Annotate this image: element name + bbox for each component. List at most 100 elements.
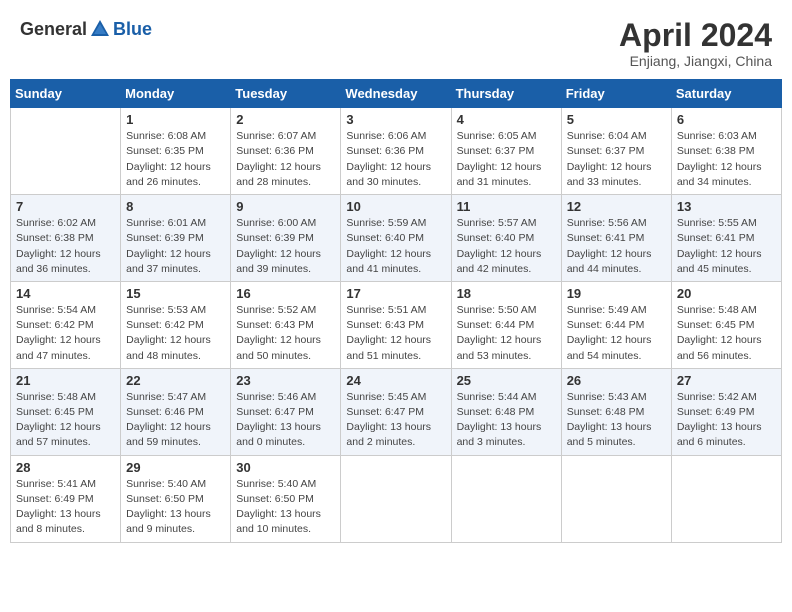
- day-number: 13: [677, 199, 776, 214]
- calendar-cell: 15 Sunrise: 5:53 AMSunset: 6:42 PMDayligh…: [121, 281, 231, 368]
- day-number: 23: [236, 373, 335, 388]
- calendar-cell: [451, 455, 561, 542]
- calendar-cell: 18Sunrise: 5:50 AMSunset: 6:44 PMDayligh…: [451, 281, 561, 368]
- day-number: 24: [346, 373, 445, 388]
- day-info: Sunrise: 5:52 AMSunset: 6:43 PMDaylight:…: [236, 303, 335, 364]
- calendar-cell: [671, 455, 781, 542]
- day-number: 7: [16, 199, 115, 214]
- calendar-cell: 14 Sunrise: 5:54 AMSunset: 6:42 PMDayligh…: [11, 281, 121, 368]
- calendar-cell: 13Sunrise: 5:55 AMSunset: 6:41 PMDayligh…: [671, 195, 781, 282]
- calendar-week-row: 14 Sunrise: 5:54 AMSunset: 6:42 PMDayligh…: [11, 281, 782, 368]
- day-info: Sunrise: 5:51 AMSunset: 6:43 PMDaylight:…: [346, 303, 445, 364]
- calendar-cell: 12 Sunrise: 5:56 AMSunset: 6:41 PMDayligh…: [561, 195, 671, 282]
- day-info: Sunrise: 5:48 AMSunset: 6:45 PMDaylight:…: [16, 390, 115, 451]
- day-number: 1: [126, 112, 225, 127]
- day-info: Sunrise: 5:49 AMSunset: 6:44 PMDaylight:…: [567, 303, 666, 364]
- day-number: 26: [567, 373, 666, 388]
- calendar-header-row: SundayMondayTuesdayWednesdayThursdayFrid…: [11, 80, 782, 108]
- calendar-week-row: 28 Sunrise: 5:41 AMSunset: 6:49 PMDayligh…: [11, 455, 782, 542]
- day-number: 15: [126, 286, 225, 301]
- day-number: 19: [567, 286, 666, 301]
- day-number: 5: [567, 112, 666, 127]
- day-number: 3: [346, 112, 445, 127]
- logo-icon: [89, 18, 111, 40]
- day-number: 4: [457, 112, 556, 127]
- day-info: Sunrise: 6:02 AMSunset: 6:38 PMDaylight:…: [16, 216, 115, 277]
- day-info: Sunrise: 5:44 AMSunset: 6:48 PMDaylight:…: [457, 390, 556, 451]
- calendar-cell: 11 Sunrise: 5:57 AMSunset: 6:40 PMDayligh…: [451, 195, 561, 282]
- day-info: Sunrise: 5:47 AMSunset: 6:46 PMDaylight:…: [126, 390, 225, 451]
- month-title: April 2024: [619, 18, 772, 53]
- calendar-cell: 19 Sunrise: 5:49 AMSunset: 6:44 PMDayligh…: [561, 281, 671, 368]
- day-info: Sunrise: 6:00 AMSunset: 6:39 PMDaylight:…: [236, 216, 335, 277]
- day-number: 25: [457, 373, 556, 388]
- day-info: Sunrise: 6:01 AMSunset: 6:39 PMDaylight:…: [126, 216, 225, 277]
- day-number: 28: [16, 460, 115, 475]
- calendar-day-header: Monday: [121, 80, 231, 108]
- day-info: Sunrise: 5:57 AMSunset: 6:40 PMDaylight:…: [457, 216, 556, 277]
- day-info: Sunrise: 6:07 AMSunset: 6:36 PMDaylight:…: [236, 129, 335, 190]
- calendar-day-header: Tuesday: [231, 80, 341, 108]
- day-number: 16: [236, 286, 335, 301]
- day-info: Sunrise: 5:41 AMSunset: 6:49 PMDaylight:…: [16, 477, 115, 538]
- day-info: Sunrise: 5:40 AMSunset: 6:50 PMDaylight:…: [126, 477, 225, 538]
- day-number: 2: [236, 112, 335, 127]
- day-info: Sunrise: 5:48 AMSunset: 6:45 PMDaylight:…: [677, 303, 776, 364]
- calendar-cell: 9Sunrise: 6:00 AMSunset: 6:39 PMDaylight…: [231, 195, 341, 282]
- day-info: Sunrise: 6:08 AMSunset: 6:35 PMDaylight:…: [126, 129, 225, 190]
- day-number: 21: [16, 373, 115, 388]
- logo: General Blue: [20, 18, 152, 40]
- day-info: Sunrise: 5:54 AMSunset: 6:42 PMDaylight:…: [16, 303, 115, 364]
- calendar-cell: 24 Sunrise: 5:45 AMSunset: 6:47 PMDayligh…: [341, 368, 451, 455]
- calendar-cell: 8 Sunrise: 6:01 AMSunset: 6:39 PMDaylight…: [121, 195, 231, 282]
- calendar-cell: 28 Sunrise: 5:41 AMSunset: 6:49 PMDayligh…: [11, 455, 121, 542]
- calendar-week-row: 1 Sunrise: 6:08 AMSunset: 6:35 PMDaylight…: [11, 108, 782, 195]
- calendar-day-header: Wednesday: [341, 80, 451, 108]
- calendar-day-header: Sunday: [11, 80, 121, 108]
- calendar-cell: 20Sunrise: 5:48 AMSunset: 6:45 PMDayligh…: [671, 281, 781, 368]
- calendar-cell: 1 Sunrise: 6:08 AMSunset: 6:35 PMDaylight…: [121, 108, 231, 195]
- day-info: Sunrise: 5:59 AMSunset: 6:40 PMDaylight:…: [346, 216, 445, 277]
- title-block: April 2024 Enjiang, Jiangxi, China: [619, 18, 772, 69]
- logo-text-blue: Blue: [113, 19, 152, 40]
- day-info: Sunrise: 5:40 AMSunset: 6:50 PMDaylight:…: [236, 477, 335, 538]
- calendar-cell: [341, 455, 451, 542]
- calendar-week-row: 21 Sunrise: 5:48 AMSunset: 6:45 PMDayligh…: [11, 368, 782, 455]
- calendar-cell: 22Sunrise: 5:47 AMSunset: 6:46 PMDayligh…: [121, 368, 231, 455]
- day-number: 14: [16, 286, 115, 301]
- calendar-cell: [561, 455, 671, 542]
- calendar-cell: 26 Sunrise: 5:43 AMSunset: 6:48 PMDayligh…: [561, 368, 671, 455]
- calendar-cell: 23 Sunrise: 5:46 AMSunset: 6:47 PMDayligh…: [231, 368, 341, 455]
- calendar-cell: 17 Sunrise: 5:51 AMSunset: 6:43 PMDayligh…: [341, 281, 451, 368]
- day-info: Sunrise: 5:46 AMSunset: 6:47 PMDaylight:…: [236, 390, 335, 451]
- day-number: 17: [346, 286, 445, 301]
- calendar-table: SundayMondayTuesdayWednesdayThursdayFrid…: [10, 79, 782, 542]
- day-number: 30: [236, 460, 335, 475]
- calendar-cell: 5 Sunrise: 6:04 AMSunset: 6:37 PMDaylight…: [561, 108, 671, 195]
- day-info: Sunrise: 5:53 AMSunset: 6:42 PMDaylight:…: [126, 303, 225, 364]
- calendar-day-header: Friday: [561, 80, 671, 108]
- calendar-cell: 27Sunrise: 5:42 AMSunset: 6:49 PMDayligh…: [671, 368, 781, 455]
- calendar-cell: 21 Sunrise: 5:48 AMSunset: 6:45 PMDayligh…: [11, 368, 121, 455]
- day-number: 12: [567, 199, 666, 214]
- calendar-day-header: Thursday: [451, 80, 561, 108]
- day-info: Sunrise: 6:05 AMSunset: 6:37 PMDaylight:…: [457, 129, 556, 190]
- day-info: Sunrise: 5:43 AMSunset: 6:48 PMDaylight:…: [567, 390, 666, 451]
- calendar-cell: 30 Sunrise: 5:40 AMSunset: 6:50 PMDayligh…: [231, 455, 341, 542]
- calendar-cell: 4 Sunrise: 6:05 AMSunset: 6:37 PMDaylight…: [451, 108, 561, 195]
- calendar-cell: 16 Sunrise: 5:52 AMSunset: 6:43 PMDayligh…: [231, 281, 341, 368]
- day-number: 8: [126, 199, 225, 214]
- page-header: General Blue April 2024 Enjiang, Jiangxi…: [10, 10, 782, 73]
- calendar-week-row: 7 Sunrise: 6:02 AMSunset: 6:38 PMDaylight…: [11, 195, 782, 282]
- calendar-cell: 3Sunrise: 6:06 AMSunset: 6:36 PMDaylight…: [341, 108, 451, 195]
- day-info: Sunrise: 5:56 AMSunset: 6:41 PMDaylight:…: [567, 216, 666, 277]
- calendar-cell: 6Sunrise: 6:03 AMSunset: 6:38 PMDaylight…: [671, 108, 781, 195]
- day-number: 11: [457, 199, 556, 214]
- day-info: Sunrise: 5:45 AMSunset: 6:47 PMDaylight:…: [346, 390, 445, 451]
- calendar-cell: 25 Sunrise: 5:44 AMSunset: 6:48 PMDayligh…: [451, 368, 561, 455]
- calendar-cell: 2 Sunrise: 6:07 AMSunset: 6:36 PMDaylight…: [231, 108, 341, 195]
- calendar-cell: 10Sunrise: 5:59 AMSunset: 6:40 PMDayligh…: [341, 195, 451, 282]
- calendar-cell: 7 Sunrise: 6:02 AMSunset: 6:38 PMDaylight…: [11, 195, 121, 282]
- day-info: Sunrise: 6:04 AMSunset: 6:37 PMDaylight:…: [567, 129, 666, 190]
- day-info: Sunrise: 5:50 AMSunset: 6:44 PMDaylight:…: [457, 303, 556, 364]
